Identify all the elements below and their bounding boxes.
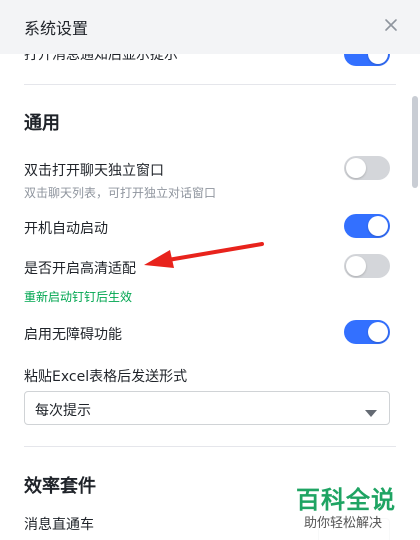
excel-paste-format-selected: 每次提示 <box>35 403 91 419</box>
excel-paste-format-select[interactable]: 每次提示 <box>24 391 390 425</box>
toggle-knob <box>368 54 388 64</box>
accessibility-label: 启用无障碍功能 <box>24 327 122 343</box>
double-click-window-label: 双击打开聊天独立窗口 <box>24 163 164 179</box>
auto-start-toggle[interactable] <box>344 214 390 238</box>
message-train-label: 消息直通车 <box>24 517 94 533</box>
toggle-knob <box>368 216 388 236</box>
double-click-window-toggle[interactable] <box>344 156 390 180</box>
scrollbar-thumb[interactable] <box>412 96 418 188</box>
hd-adapt-label: 是否开启高清适配 <box>24 261 136 277</box>
top-cut-setting-label: 打开消息通知后显示提示 <box>24 54 178 63</box>
close-icon[interactable] <box>380 14 402 36</box>
dropdown-caret-icon <box>365 403 377 422</box>
toggle-knob <box>346 256 366 276</box>
divider <box>24 446 396 447</box>
double-click-window-description: 双击聊天列表，可打开独立对话窗口 <box>24 186 217 200</box>
dialog-header: 系统设置 <box>0 0 420 54</box>
toggle-knob <box>368 322 388 342</box>
section-title-efficiency: 效率套件 <box>24 476 96 497</box>
top-cut-setting-toggle[interactable] <box>344 54 390 66</box>
hd-adapt-restart-note: 重新启动钉钉后生效 <box>24 290 133 304</box>
section-title-general: 通用 <box>24 113 60 134</box>
top-cut-setting-row: 打开消息通知后显示提示 <box>24 54 390 66</box>
excel-paste-format-label: 粘贴Excel表格后发送形式 <box>24 369 188 385</box>
toggle-knob <box>346 158 366 178</box>
hd-adapt-toggle[interactable] <box>344 254 390 278</box>
dialog-title: 系统设置 <box>24 19 89 38</box>
settings-content: 打开消息通知后显示提示 通用 双击打开聊天独立窗口 双击聊天列表，可打开独立对话… <box>0 54 420 540</box>
watermark: 百科全说 助你轻松解决 <box>288 478 420 540</box>
divider <box>24 84 396 85</box>
red-arrow-annotation-icon <box>144 242 264 268</box>
auto-start-label: 开机自动启动 <box>24 221 108 237</box>
watermark-subtitle: 助你轻松解决 <box>304 516 383 531</box>
watermark-title: 百科全说 <box>296 486 396 514</box>
accessibility-toggle[interactable] <box>344 320 390 344</box>
